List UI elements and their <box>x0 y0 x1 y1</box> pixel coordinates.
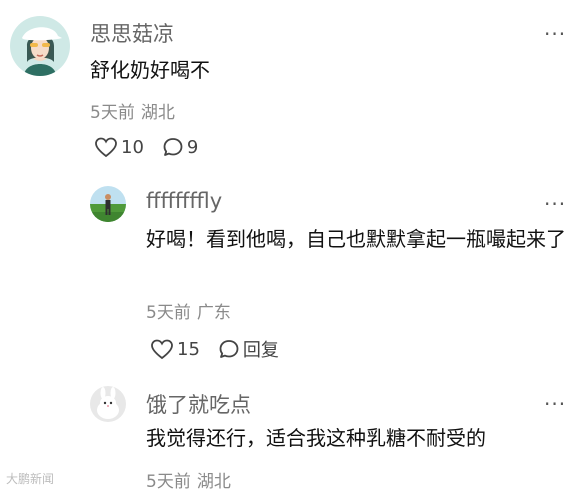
more-dots-icon[interactable]: ··· <box>544 24 566 44</box>
comment-text: 舒化奶好喝不 <box>90 58 210 82</box>
comment-date: 5天前 <box>146 303 191 323</box>
comment-date: 5天前 <box>146 472 191 492</box>
comment-bubble-icon <box>163 138 183 156</box>
comment-location: 湖北 <box>196 472 231 492</box>
reply-button[interactable]: 回复 <box>218 336 279 362</box>
watermark: 大鹏新闻 <box>6 472 55 486</box>
like-count: 15 <box>177 338 200 360</box>
reply-label: 回复 <box>242 340 279 361</box>
avatar[interactable] <box>90 186 126 222</box>
more-dots-icon[interactable]: ··· <box>544 194 566 214</box>
heart-outline-icon <box>151 339 173 360</box>
comment-date: 5天前 <box>90 103 135 123</box>
like-button[interactable]: 10 <box>94 136 144 158</box>
comment-meta: 5天前 湖北 <box>146 467 231 492</box>
comment-actions: 15 回复 <box>150 336 279 362</box>
heart-outline-icon <box>95 137 117 158</box>
comment-text: 我觉得还行，适合我这种乳糖不耐受的 <box>146 426 486 450</box>
comment-username[interactable]: 思思菇凉 <box>90 18 174 48</box>
avatar[interactable] <box>90 386 126 422</box>
comment-thread: 思思菇凉 ··· 舒化奶好喝不 5天前 湖北 10 9 ffffffffly ·… <box>0 0 588 492</box>
like-button[interactable]: 15 <box>150 338 200 360</box>
comment-meta: 5天前 广东 <box>146 298 231 323</box>
more-dots-icon[interactable]: ··· <box>544 394 566 414</box>
comment-location: 广东 <box>196 303 231 323</box>
comment-username[interactable]: 饿了就吃点 <box>146 389 251 419</box>
comment-username[interactable]: ffffffffly <box>146 189 222 213</box>
reply-count: 9 <box>186 136 199 158</box>
comment-actions: 10 9 <box>94 136 198 158</box>
comment-meta: 5天前 湖北 <box>90 98 175 123</box>
like-count: 10 <box>121 136 144 158</box>
comment-bubble-icon <box>219 340 239 358</box>
comment-location: 湖北 <box>140 103 175 123</box>
reply-button[interactable]: 9 <box>162 136 198 158</box>
comment-text: 好喝！看到他喝，自己也默默拿起一瓶嘬起来了 <box>146 227 566 251</box>
avatar[interactable] <box>10 16 70 76</box>
